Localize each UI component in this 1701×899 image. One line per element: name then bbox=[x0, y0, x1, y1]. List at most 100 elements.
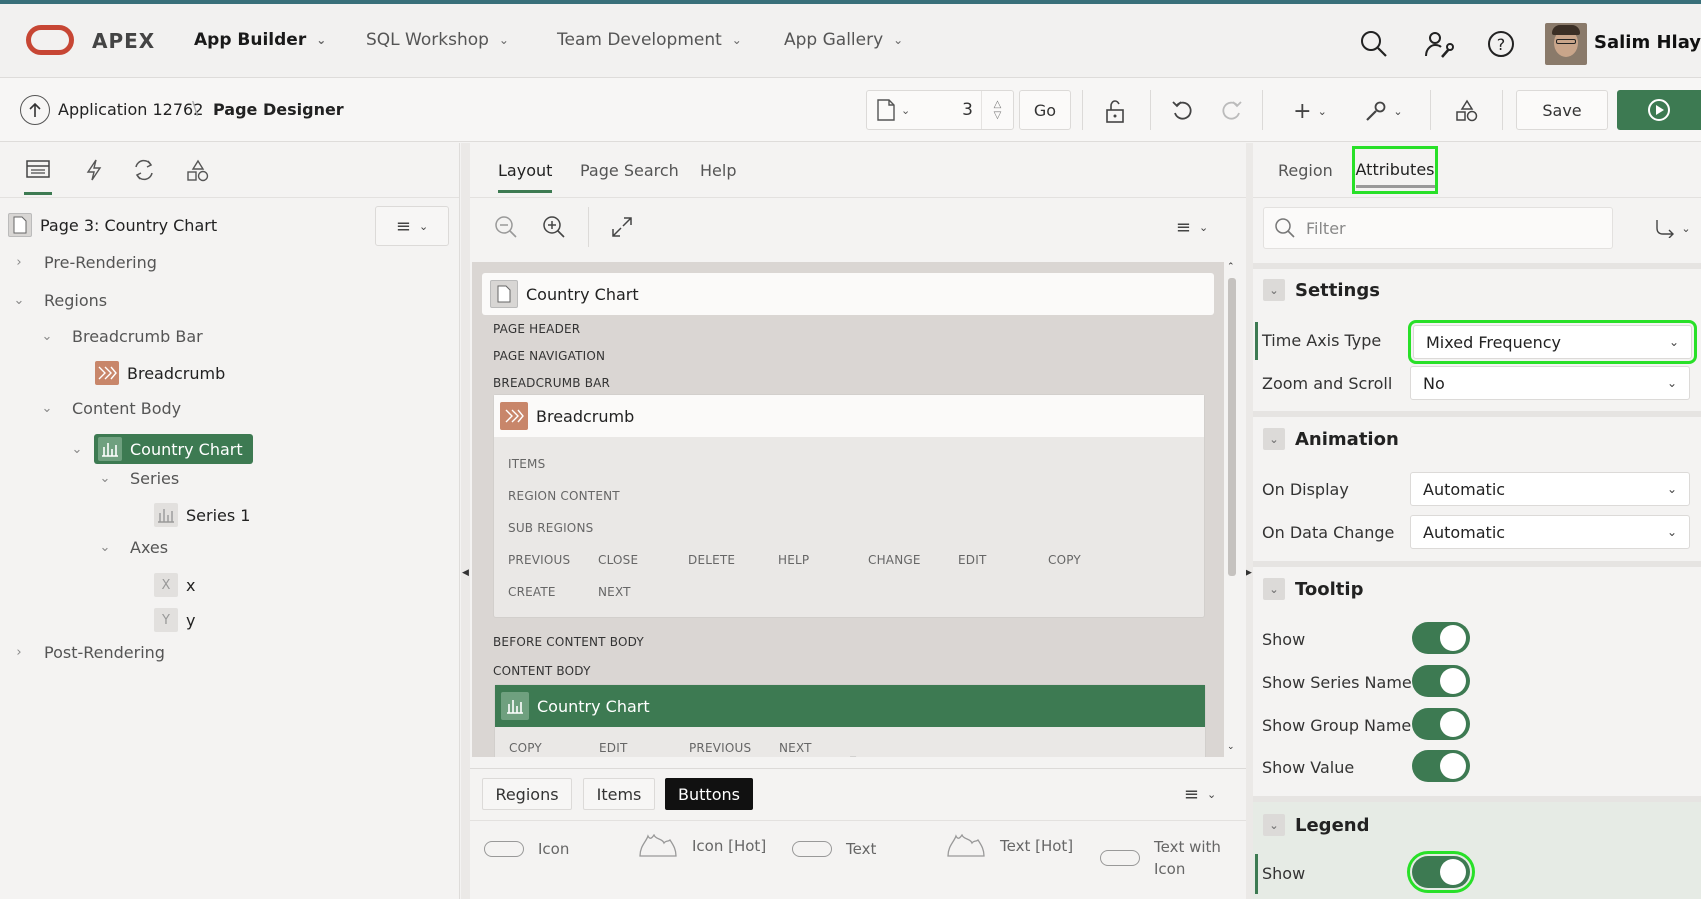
show-value-toggle[interactable] bbox=[1412, 750, 1470, 782]
scroll-down-icon[interactable]: ⌄ bbox=[1227, 742, 1235, 752]
tooltip-show-toggle[interactable] bbox=[1412, 622, 1470, 654]
chevron-down-icon[interactable]: ⌄ bbox=[98, 540, 112, 555]
gallery-button-text[interactable]: Text bbox=[792, 840, 876, 858]
tab-region[interactable]: Region bbox=[1278, 161, 1333, 180]
breadcrumb-region[interactable]: Breadcrumb ITEMS REGION CONTENT SUB REGI… bbox=[493, 394, 1205, 618]
legend-header[interactable]: ⌄ Legend bbox=[1263, 814, 1369, 836]
canvas-scrollbar[interactable]: ⌃ ⌄ bbox=[1225, 262, 1239, 757]
zoom-out-icon[interactable] bbox=[492, 213, 520, 241]
legend-show-toggle[interactable] bbox=[1407, 851, 1475, 893]
dynamic-actions-tab[interactable] bbox=[80, 159, 108, 183]
page-number-input[interactable]: 3 bbox=[962, 100, 973, 120]
zoom-and-scroll-select[interactable]: No ⌄ bbox=[1410, 366, 1690, 400]
on-data-change-select[interactable]: Automatic ⌄ bbox=[1410, 515, 1690, 549]
scrollbar-thumb[interactable] bbox=[1228, 278, 1236, 576]
nav-app-gallery[interactable]: App Gallery ⌄ bbox=[784, 30, 903, 50]
animation-header[interactable]: ⌄ Animation bbox=[1263, 428, 1399, 450]
run-page-button[interactable] bbox=[1617, 90, 1701, 130]
user-name[interactable]: Salim Hlayel bbox=[1594, 32, 1701, 53]
filter-input[interactable]: Filter bbox=[1263, 207, 1613, 249]
chevron-down-icon[interactable]: ⌄ bbox=[12, 293, 26, 308]
redo-icon[interactable] bbox=[1214, 98, 1248, 124]
collapse-icon[interactable]: ⌄ bbox=[1263, 428, 1285, 450]
tab-layout[interactable]: Layout bbox=[498, 161, 553, 193]
tab-help[interactable]: Help bbox=[700, 161, 736, 180]
go-button[interactable]: Go bbox=[1019, 90, 1071, 130]
collapse-icon[interactable]: ⌄ bbox=[1263, 279, 1285, 301]
collapse-left-icon[interactable]: ◀ bbox=[462, 568, 469, 578]
expand-icon[interactable] bbox=[608, 213, 636, 241]
oracle-logo-icon[interactable] bbox=[26, 25, 74, 55]
country-chart-region[interactable]: Country Chart COPY EDIT PREVIOUS NEXT bbox=[494, 684, 1206, 757]
up-arrow-icon[interactable] bbox=[20, 95, 50, 125]
layout-canvas[interactable]: Country Chart PAGE HEADER PAGE NAVIGATIO… bbox=[472, 262, 1224, 757]
breadcrumb-region-header[interactable]: Breadcrumb bbox=[494, 395, 1204, 437]
tree-country-chart-selected[interactable]: Country Chart bbox=[94, 434, 253, 464]
tree-regions[interactable]: ⌄ Regions bbox=[12, 291, 108, 310]
tree-axis-x[interactable]: X x bbox=[154, 573, 195, 597]
time-axis-type-select[interactable]: Mixed Frequency ⌄ bbox=[1408, 320, 1697, 364]
tree-pre-rendering[interactable]: › Pre-Rendering bbox=[12, 253, 157, 272]
chevron-right-icon[interactable]: › bbox=[12, 645, 26, 660]
tree-post-rendering[interactable]: › Post-Rendering bbox=[12, 643, 165, 662]
chevron-down-icon[interactable]: ⌄ bbox=[40, 401, 54, 416]
page-region[interactable]: Country Chart bbox=[482, 273, 1214, 315]
gallery-button-icon-hot[interactable]: Icon [Hot] bbox=[638, 834, 766, 858]
tree-country-chart[interactable]: ⌄ Country Chart bbox=[70, 434, 253, 464]
tooltip-header[interactable]: ⌄ Tooltip bbox=[1263, 578, 1363, 600]
collapse-icon[interactable]: ⌄ bbox=[1263, 578, 1285, 600]
unlock-icon[interactable] bbox=[1098, 100, 1132, 124]
show-series-name-toggle[interactable] bbox=[1412, 665, 1470, 697]
tree-axis-y[interactable]: Y y bbox=[154, 608, 195, 632]
gallery-button-text-hot[interactable]: Text [Hot] bbox=[946, 834, 1073, 858]
tree-page-node[interactable]: Page 3: Country Chart bbox=[8, 213, 217, 237]
show-group-name-toggle[interactable] bbox=[1412, 708, 1470, 740]
tree-axes[interactable]: ⌄ Axes bbox=[98, 538, 169, 557]
gallery-tab-buttons[interactable]: Buttons bbox=[665, 778, 753, 810]
processing-tab[interactable] bbox=[130, 159, 158, 183]
chevron-down-icon[interactable]: ⌄ bbox=[98, 471, 112, 486]
apex-logo-text[interactable]: APEX bbox=[92, 29, 155, 53]
breadcrumb-application[interactable]: Application 12762 bbox=[58, 100, 203, 119]
go-to-group-button[interactable]: ⌄ bbox=[1651, 215, 1695, 241]
tab-page-search[interactable]: Page Search bbox=[580, 161, 679, 180]
gallery-menu-button[interactable]: ≡ ⌄ bbox=[1178, 782, 1222, 806]
avatar[interactable] bbox=[1545, 23, 1587, 65]
country-chart-region-header[interactable]: Country Chart bbox=[495, 685, 1205, 727]
tree-content-body[interactable]: ⌄ Content Body bbox=[40, 399, 182, 418]
left-splitter[interactable]: ◀ bbox=[461, 143, 470, 899]
tree-breadcrumb[interactable]: Breadcrumb bbox=[95, 361, 225, 385]
tree-series[interactable]: ⌄ Series bbox=[98, 469, 180, 488]
settings-header[interactable]: ⌄ Settings bbox=[1263, 279, 1380, 301]
gallery-button-text-with-icon[interactable]: Text with Icon bbox=[1100, 836, 1224, 880]
layout-menu-button[interactable]: ≡ ⌄ bbox=[1170, 213, 1214, 241]
gallery-tab-items[interactable]: Items bbox=[583, 778, 655, 810]
nav-team-development[interactable]: Team Development ⌄ bbox=[557, 30, 742, 50]
tree-series-1[interactable]: Series 1 bbox=[154, 503, 250, 527]
chevron-down-icon[interactable]: ▽ bbox=[994, 110, 1002, 121]
user-wrench-icon[interactable] bbox=[1421, 26, 1457, 62]
rendering-tab[interactable] bbox=[24, 159, 52, 195]
utilities-menu-button[interactable]: ⌄ bbox=[1360, 98, 1408, 124]
tree-menu-button[interactable]: ≡ ⌄ bbox=[375, 206, 449, 246]
collapse-right-icon[interactable]: ▶ bbox=[1245, 568, 1252, 578]
create-menu-button[interactable]: + ⌄ bbox=[1288, 98, 1332, 124]
undo-icon[interactable] bbox=[1166, 98, 1200, 124]
collapse-icon[interactable]: ⌄ bbox=[1263, 814, 1285, 836]
search-icon[interactable] bbox=[1356, 26, 1392, 62]
save-button[interactable]: Save bbox=[1516, 90, 1608, 130]
chevron-right-icon[interactable]: › bbox=[12, 255, 26, 270]
shared-components-icon[interactable] bbox=[1450, 98, 1484, 124]
zoom-in-icon[interactable] bbox=[540, 213, 568, 241]
nav-app-builder[interactable]: App Builder ⌄ bbox=[194, 30, 326, 50]
gallery-tab-regions[interactable]: Regions bbox=[482, 778, 572, 810]
tree-breadcrumb-bar[interactable]: ⌄ Breadcrumb Bar bbox=[40, 327, 203, 346]
nav-sql-workshop[interactable]: SQL Workshop ⌄ bbox=[366, 30, 509, 50]
chevron-up-icon[interactable]: △ bbox=[994, 99, 1002, 110]
on-display-select[interactable]: Automatic ⌄ bbox=[1410, 472, 1690, 506]
tab-attributes[interactable]: Attributes bbox=[1352, 146, 1438, 194]
chevron-down-icon[interactable]: ⌄ bbox=[40, 329, 54, 344]
page-selector[interactable]: ⌄ 3 △ ▽ bbox=[866, 90, 1014, 130]
gallery-button-icon[interactable]: Icon bbox=[484, 840, 569, 858]
help-icon[interactable]: ? bbox=[1483, 26, 1519, 62]
